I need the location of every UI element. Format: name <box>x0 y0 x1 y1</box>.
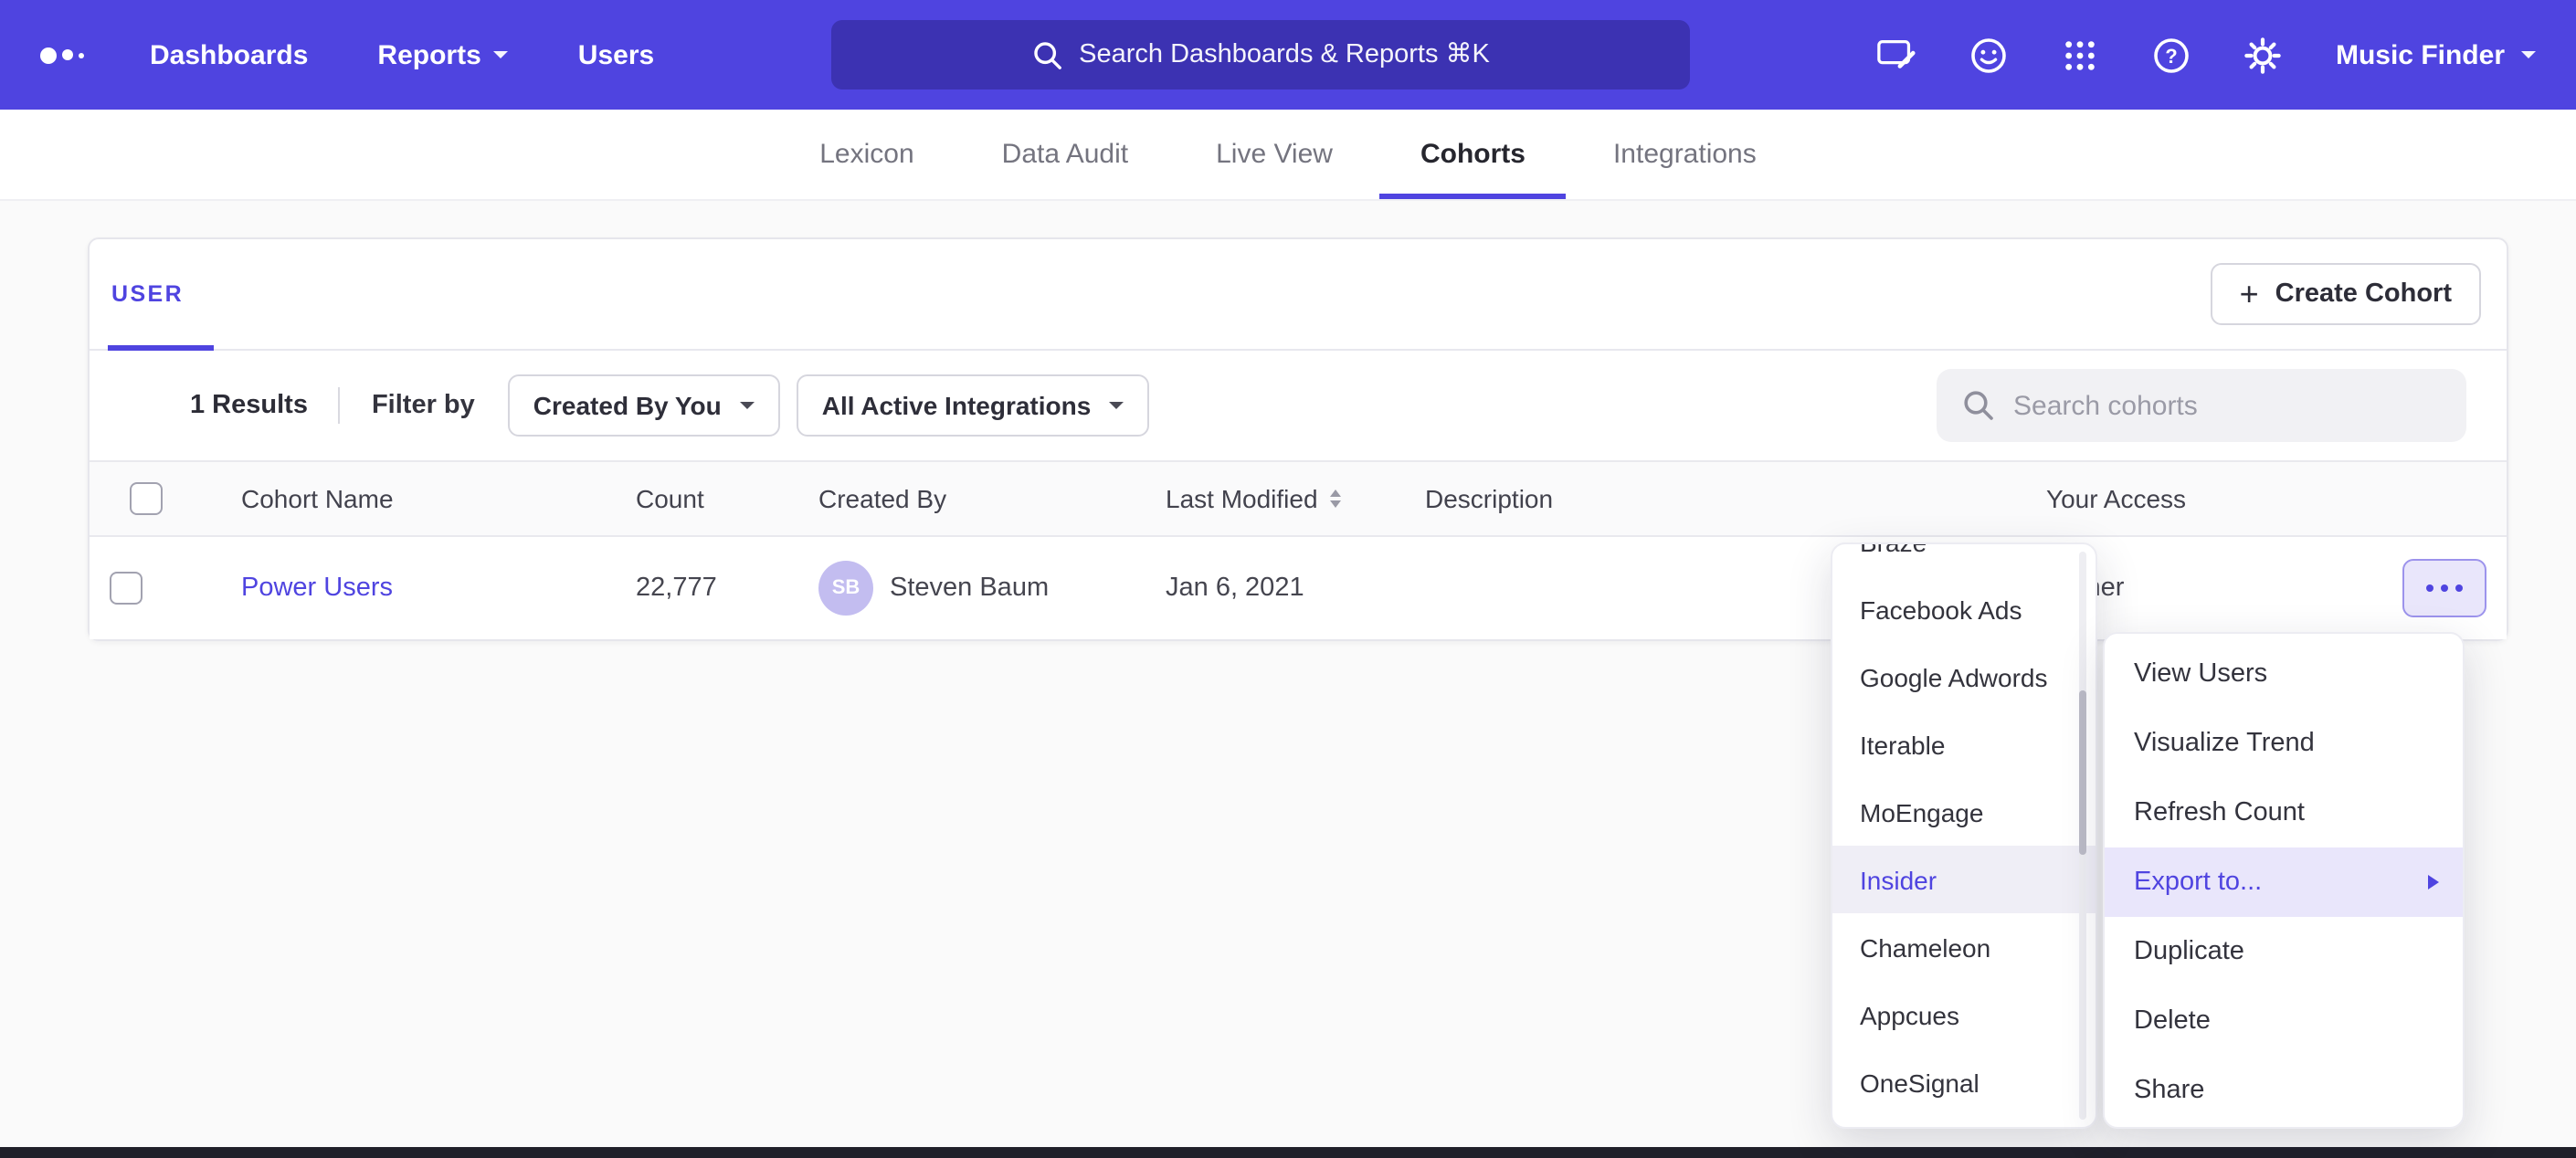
dot-icon <box>2426 584 2434 593</box>
menu-item-insider[interactable]: Insider <box>1832 846 2096 913</box>
select-all-checkbox[interactable] <box>130 482 163 515</box>
logo-dot <box>40 47 57 63</box>
project-name: Music Finder <box>2336 39 2505 70</box>
chevron-down-icon <box>740 402 755 409</box>
chevron-down-icon <box>1109 402 1124 409</box>
primary-nav: Dashboards Reports Users <box>150 39 654 70</box>
create-cohort-button[interactable]: + Create Cohort <box>2211 263 2481 325</box>
filter-created-by-value: Created By You <box>533 391 722 420</box>
menu-item-visualize-trend[interactable]: Visualize Trend <box>2105 709 2463 778</box>
divider <box>339 387 341 424</box>
feedback-icon[interactable] <box>1875 33 1919 77</box>
cohort-search-input[interactable]: Search cohorts <box>1937 369 2466 442</box>
top-navbar: Dashboards Reports Users Search Dashboar… <box>0 0 2576 110</box>
cohort-search-placeholder: Search cohorts <box>2013 390 2198 421</box>
menu-item-duplicate[interactable]: Duplicate <box>2105 917 2463 986</box>
column-header-your-access[interactable]: Your Access <box>2026 484 2379 513</box>
last-modified-label: Last Modified <box>1166 484 1318 513</box>
row-actions-button[interactable] <box>2402 559 2486 617</box>
tab-user-cohorts[interactable]: USER <box>108 239 213 349</box>
column-header-cohort-name[interactable]: Cohort Name <box>221 484 616 513</box>
nav-dashboards[interactable]: Dashboards <box>150 39 308 70</box>
column-header-description[interactable]: Description <box>1405 484 2026 513</box>
logo-dot <box>79 52 84 58</box>
tab-lexicon[interactable]: Lexicon <box>779 110 954 199</box>
row-checkbox[interactable] <box>110 572 143 605</box>
menu-item-onesignal[interactable]: OneSignal <box>1832 1048 2096 1116</box>
table-row: Power Users 22,777 SB Steven Baum Jan 6,… <box>90 537 2507 639</box>
filter-created-by-dropdown[interactable]: Created By You <box>508 374 780 437</box>
filter-integrations-dropdown[interactable]: All Active Integrations <box>797 374 1150 437</box>
column-header-last-modified[interactable]: Last Modified <box>1145 484 1405 513</box>
results-count: 1 Results <box>190 391 308 420</box>
nav-reports-label: Reports <box>377 39 480 70</box>
nav-reports[interactable]: Reports <box>377 39 508 70</box>
menu-item-refresh-count[interactable]: Refresh Count <box>2105 778 2463 847</box>
created-by-name: Steven Baum <box>890 574 1049 603</box>
mixpanel-logo[interactable] <box>40 47 102 63</box>
table-header-row: Cohort Name Count Created By Last Modifi… <box>90 460 2507 537</box>
tab-live-view[interactable]: Live View <box>1176 110 1373 199</box>
menu-item-braze[interactable]: Braze <box>1832 542 2096 575</box>
export-submenu: Braze Facebook Ads Google Adwords Iterab… <box>1831 542 2097 1129</box>
nav-users[interactable]: Users <box>578 39 654 70</box>
cohorts-card-header: USER + Create Cohort <box>90 239 2507 351</box>
filter-integrations-value: All Active Integrations <box>822 391 1092 420</box>
user-tab-label: USER <box>111 281 184 307</box>
export-to-label: Export to... <box>2134 868 2262 897</box>
menu-item-google-adwords[interactable]: Google Adwords <box>1832 643 2096 711</box>
submenu-arrow-icon <box>2428 875 2439 890</box>
avatar: SB <box>818 561 873 616</box>
row-context-menu: View Users Visualize Trend Refresh Count… <box>2103 632 2465 1129</box>
chevron-down-icon <box>494 51 509 58</box>
tab-integrations[interactable]: Integrations <box>1573 110 1797 199</box>
emoji-icon[interactable] <box>1967 33 2011 77</box>
last-modified-value: Jan 6, 2021 <box>1145 574 1405 603</box>
cohorts-card: USER + Create Cohort 1 Results Filter by… <box>88 237 2508 641</box>
scrollbar-thumb[interactable] <box>2079 690 2086 855</box>
project-switcher[interactable]: Music Finder <box>2336 39 2536 70</box>
menu-item-delete[interactable]: Delete <box>2105 986 2463 1056</box>
filter-by-label: Filter by <box>372 391 475 420</box>
plus-icon: + <box>2240 278 2259 311</box>
sort-icon[interactable] <box>1331 490 1342 508</box>
tab-cohorts[interactable]: Cohorts <box>1380 110 1566 199</box>
dot-icon <box>2455 584 2464 593</box>
svg-text:?: ? <box>2165 44 2177 67</box>
apps-grid-icon[interactable] <box>2058 33 2102 77</box>
viewport-bottom-edge <box>0 1147 2576 1158</box>
dot-icon <box>2441 584 2449 593</box>
app-root: Dashboards Reports Users Search Dashboar… <box>0 0 2576 1158</box>
logo-dot <box>62 49 73 60</box>
help-icon[interactable]: ? <box>2149 33 2193 77</box>
export-submenu-list: Braze Facebook Ads Google Adwords Iterab… <box>1832 542 2096 1116</box>
menu-item-moengage[interactable]: MoEngage <box>1832 778 2096 846</box>
cohort-count: 22,777 <box>616 574 798 603</box>
cohort-name-link[interactable]: Power Users <box>241 574 393 603</box>
global-search-input[interactable]: Search Dashboards & Reports ⌘K <box>831 20 1690 89</box>
created-by-cell: SB Steven Baum <box>798 561 1145 616</box>
global-search-placeholder: Search Dashboards & Reports ⌘K <box>1079 40 1490 69</box>
menu-item-view-users[interactable]: View Users <box>2105 639 2463 709</box>
create-cohort-label: Create Cohort <box>2275 279 2452 309</box>
menu-item-iterable[interactable]: Iterable <box>1832 711 2096 778</box>
search-icon <box>1031 39 1062 70</box>
navbar-icons: ? <box>1875 33 2285 77</box>
menu-item-appcues[interactable]: Appcues <box>1832 981 2096 1048</box>
column-header-created-by[interactable]: Created By <box>798 484 1145 513</box>
menu-item-share[interactable]: Share <box>2105 1056 2463 1125</box>
settings-gear-icon[interactable] <box>2241 33 2285 77</box>
tab-data-audit[interactable]: Data Audit <box>962 110 1168 199</box>
active-tab-underline <box>108 345 213 351</box>
menu-item-facebook-ads[interactable]: Facebook Ads <box>1832 575 2096 643</box>
filter-bar: 1 Results Filter by Created By You All A… <box>90 351 2507 460</box>
search-icon <box>1962 389 1995 422</box>
menu-item-export-to[interactable]: Export to... <box>2105 847 2463 917</box>
menu-item-chameleon[interactable]: Chameleon <box>1832 913 2096 981</box>
section-tabs: Lexicon Data Audit Live View Cohorts Int… <box>0 110 2576 201</box>
column-header-count[interactable]: Count <box>616 484 798 513</box>
chevron-down-icon <box>2521 51 2536 58</box>
